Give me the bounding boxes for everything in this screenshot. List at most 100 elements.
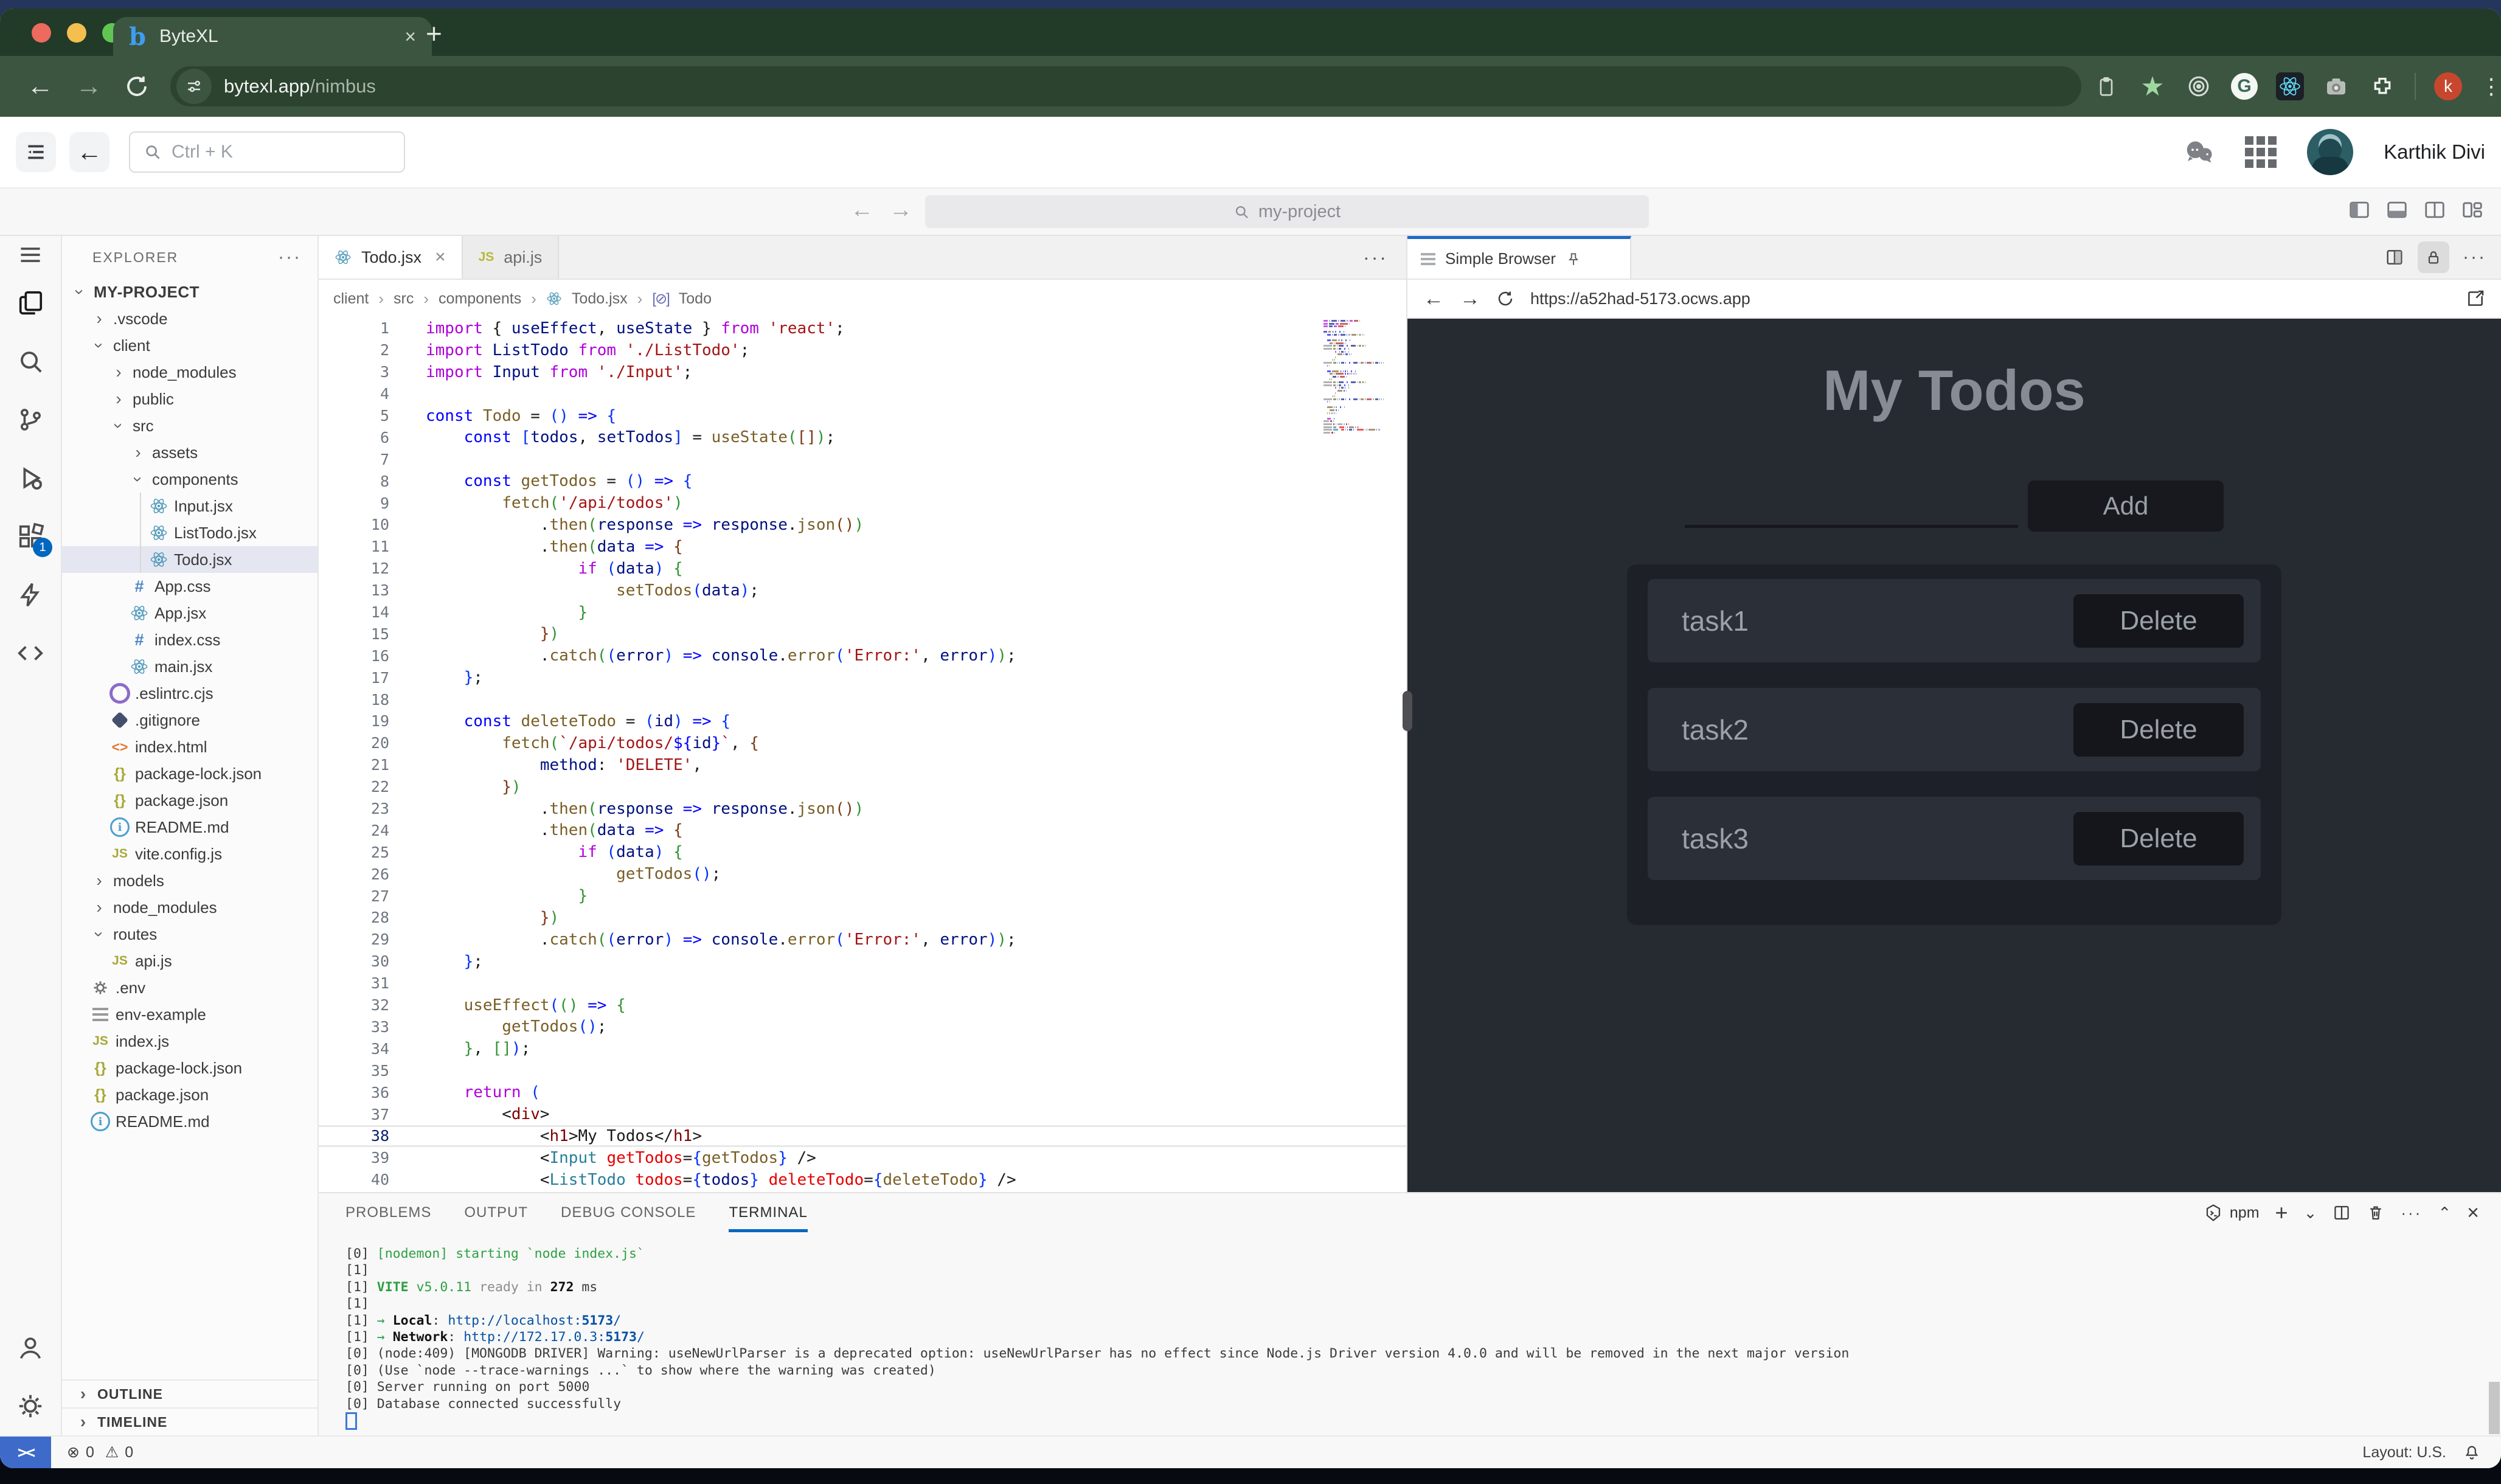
tab-simple-browser[interactable]: Simple Browser xyxy=(1407,236,1631,279)
terminal-scrollbar[interactable] xyxy=(2489,1382,2500,1434)
code-line-25[interactable]: 25 if (data) { xyxy=(319,841,1406,863)
code-line-17[interactable]: 17 }; xyxy=(319,667,1406,688)
code-line-29[interactable]: 29 .catch((error) => console.error('Erro… xyxy=(319,929,1406,951)
maximize-panel-icon[interactable]: ⌃ xyxy=(2438,1204,2451,1222)
support-chat-icon[interactable] xyxy=(2183,138,2215,166)
forward-icon[interactable]: → xyxy=(1460,287,1480,311)
activity-files-icon[interactable] xyxy=(0,274,61,332)
tree-item-package-lock-json[interactable]: {}package-lock.json xyxy=(62,760,317,787)
activity-account-icon[interactable] xyxy=(0,1319,61,1377)
code-line-10[interactable]: 10 .then(response => response.json()) xyxy=(319,514,1406,536)
delete-todo-button[interactable]: Delete xyxy=(2073,703,2244,757)
code-line-34[interactable]: 34 }, []); xyxy=(319,1038,1406,1059)
splitter-handle[interactable] xyxy=(1403,691,1412,731)
close-window-button[interactable] xyxy=(32,23,51,43)
tree-item--gitignore[interactable]: .gitignore xyxy=(62,707,317,733)
add-todo-button[interactable]: Add xyxy=(2028,480,2224,532)
explorer-more-icon[interactable]: ··· xyxy=(278,247,302,268)
window-controls[interactable] xyxy=(32,23,122,43)
reading-list-icon[interactable] xyxy=(2092,72,2120,100)
panel-tab-output[interactable]: OUTPUT xyxy=(464,1193,528,1232)
simple-browser-url-input[interactable]: https://a52had-5173.ocws.app xyxy=(1530,290,2450,308)
code-line-27[interactable]: 27 } xyxy=(319,885,1406,907)
code-line-36[interactable]: 36 return ( xyxy=(319,1081,1406,1103)
code-line-33[interactable]: 33 getTodos(); xyxy=(319,1016,1406,1038)
tree-item-models[interactable]: ›models xyxy=(62,867,317,894)
customize-layout-icon[interactable] xyxy=(2461,198,2484,221)
code-line-11[interactable]: 11 .then(data => { xyxy=(319,536,1406,558)
code-line-14[interactable]: 14 } xyxy=(319,602,1406,623)
tree-item-my-project[interactable]: ›MY-PROJECT xyxy=(62,279,317,305)
back-icon[interactable]: ← xyxy=(27,71,54,102)
code-line-35[interactable]: 35 xyxy=(319,1059,1406,1081)
terminal-more-icon[interactable]: ··· xyxy=(2401,1204,2422,1222)
reload-icon[interactable] xyxy=(1496,290,1514,308)
tree-item-listtodo-jsx[interactable]: ListTodo.jsx xyxy=(62,519,317,546)
extension-target-icon[interactable] xyxy=(2185,72,2213,100)
terminal-shell-item[interactable]: npm xyxy=(2204,1204,2260,1222)
tree-item-public[interactable]: ›public xyxy=(62,386,317,412)
activity-menu-icon[interactable] xyxy=(0,236,61,274)
tree-item-readme-md[interactable]: iREADME.md xyxy=(62,1108,317,1135)
code-line-23[interactable]: 23 .then(response => response.json()) xyxy=(319,798,1406,820)
tree-item-app-jsx[interactable]: App.jsx xyxy=(62,600,317,626)
code-line-31[interactable]: 31 xyxy=(319,973,1406,994)
tree-item--vscode[interactable]: ›.vscode xyxy=(62,305,317,332)
back-icon[interactable]: ← xyxy=(1423,287,1444,311)
lock-icon[interactable] xyxy=(2418,241,2449,273)
delete-todo-button[interactable]: Delete xyxy=(2073,812,2244,865)
code-line-26[interactable]: 26 getTodos(); xyxy=(319,863,1406,885)
code-line-16[interactable]: 16 .catch((error) => console.error('Erro… xyxy=(319,645,1406,667)
tree-item-index-css[interactable]: #index.css xyxy=(62,626,317,653)
command-search-input[interactable]: Ctrl + K xyxy=(129,131,405,173)
browser-tab[interactable]: b ByteXL × xyxy=(113,17,432,56)
close-tab-icon[interactable]: × xyxy=(404,26,416,48)
activity-search-icon[interactable] xyxy=(0,332,61,390)
code-line-38[interactable]: 38 <h1>My Todos</h1> xyxy=(319,1125,1406,1147)
tree-item-app-css[interactable]: #App.css xyxy=(62,573,317,600)
app-menu-button[interactable] xyxy=(16,132,56,172)
section-outline[interactable]: ›OUTLINE xyxy=(62,1379,317,1407)
code-line-4[interactable]: 4 xyxy=(319,383,1406,405)
tree-item-input-jsx[interactable]: Input.jsx xyxy=(62,493,317,519)
code-line-30[interactable]: 30 }; xyxy=(319,951,1406,973)
panel-tab-problems[interactable]: PROBLEMS xyxy=(345,1193,431,1232)
open-external-icon[interactable] xyxy=(2466,289,2485,308)
reload-icon[interactable] xyxy=(124,74,150,99)
tree-item-package-lock-json[interactable]: {}package-lock.json xyxy=(62,1055,317,1081)
code-line-21[interactable]: 21 method: 'DELETE', xyxy=(319,754,1406,776)
section-timeline[interactable]: ›TIMELINE xyxy=(62,1407,317,1435)
toggle-sidebar-icon[interactable] xyxy=(2348,198,2371,221)
delete-todo-button[interactable]: Delete xyxy=(2073,594,2244,648)
code-line-20[interactable]: 20 fetch(`/api/todos/${id}`, { xyxy=(319,732,1406,754)
site-settings-icon[interactable] xyxy=(176,69,212,104)
minimize-window-button[interactable] xyxy=(67,23,86,43)
code-line-8[interactable]: 8 const getTodos = () => { xyxy=(319,470,1406,492)
panel-tab-terminal[interactable]: TERMINAL xyxy=(729,1193,807,1232)
tree-item-index-js[interactable]: JSindex.js xyxy=(62,1028,317,1055)
apps-grid-icon[interactable] xyxy=(2245,136,2277,168)
tree-item-src[interactable]: ›src xyxy=(62,412,317,439)
tree-item-assets[interactable]: ›assets xyxy=(62,439,317,466)
code-line-1[interactable]: 1import { useEffect, useState } from 're… xyxy=(319,317,1406,339)
tree-item-readme-md[interactable]: iREADME.md xyxy=(62,814,317,841)
tree-item-api-js[interactable]: JSapi.js xyxy=(62,948,317,974)
bookmark-star-icon[interactable]: ★ xyxy=(2139,72,2166,100)
panel-tab-debug-console[interactable]: DEBUG CONSOLE xyxy=(561,1193,696,1232)
activity-run-debug-icon[interactable] xyxy=(0,449,61,507)
code-line-24[interactable]: 24 .then(data => { xyxy=(319,819,1406,841)
tree-item-index-html[interactable]: <>index.html xyxy=(62,733,317,760)
code-line-9[interactable]: 9 fetch('/api/todos') xyxy=(319,492,1406,514)
activity-power-icon[interactable] xyxy=(0,566,61,624)
app-back-button[interactable]: ← xyxy=(69,132,109,172)
code-line-6[interactable]: 6 const [todos, setTodos] = useState([])… xyxy=(319,426,1406,448)
tab-todo-jsx[interactable]: Todo.jsx × xyxy=(319,236,463,279)
code-line-28[interactable]: 28 }) xyxy=(319,907,1406,929)
new-terminal-icon[interactable]: + xyxy=(2275,1200,2288,1226)
pin-icon[interactable] xyxy=(1566,251,1581,267)
screenshot-extension-icon[interactable] xyxy=(2322,72,2350,100)
minimap[interactable] xyxy=(1323,320,1396,434)
chrome-profile-avatar[interactable]: k xyxy=(2434,72,2462,100)
code-line-15[interactable]: 15 }) xyxy=(319,623,1406,645)
editor-tabs-overflow-icon[interactable]: ··· xyxy=(1363,236,1406,279)
